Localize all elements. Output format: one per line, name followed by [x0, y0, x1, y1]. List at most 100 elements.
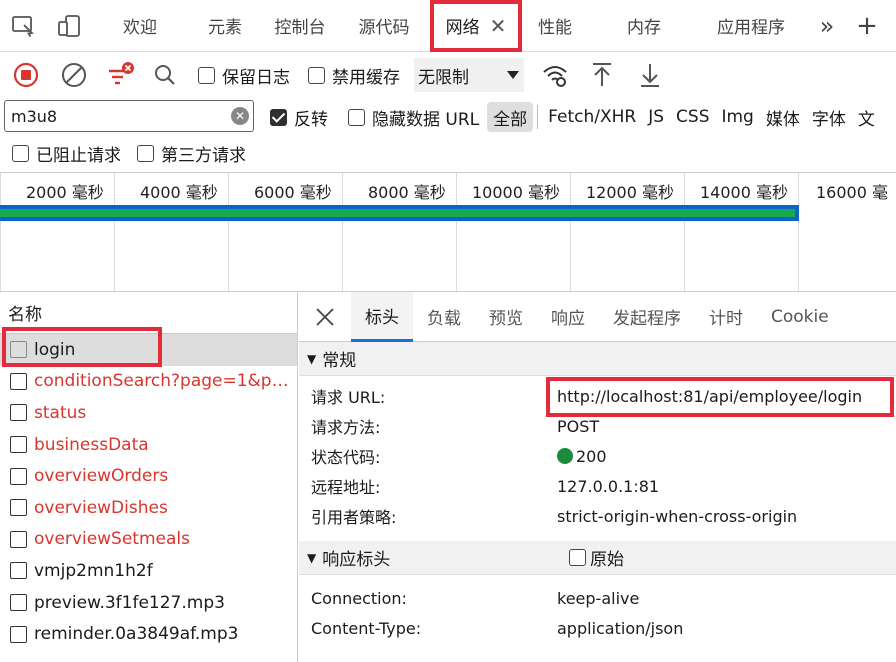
details-tab-timing[interactable]: 计时	[695, 292, 757, 342]
details-tab-headers[interactable]: 标头	[351, 291, 413, 342]
timeline-gridline	[456, 173, 457, 293]
export-har-icon[interactable]	[626, 52, 674, 98]
blocked-requests-checkbox[interactable]: 已阻止请求	[12, 141, 121, 166]
column-header-label: 名称	[8, 305, 42, 325]
timeline-gridline	[570, 173, 571, 293]
request-row[interactable]: preview.3f1fe127.mp3	[0, 587, 297, 619]
details-tab-payload[interactable]: 负载	[413, 292, 475, 342]
tab-elements[interactable]: 元素	[188, 0, 262, 52]
header-value: keep-alive	[557, 588, 640, 608]
throttle-select[interactable]: 无限制	[414, 58, 524, 92]
close-tab-icon[interactable]: ✕	[490, 14, 507, 38]
details-tab-response[interactable]: 响应	[537, 292, 599, 342]
request-options-bar: 已阻止请求 第三方请求	[0, 136, 896, 170]
request-rows: login conditionSearch?page=1&pag... status…	[0, 334, 297, 650]
disable-cache-checkbox[interactable]: 禁用缓存	[308, 63, 400, 88]
divider	[537, 105, 539, 129]
type-filter-css[interactable]: CSS	[670, 102, 715, 132]
record-icon[interactable]	[0, 52, 52, 98]
clear-icon[interactable]	[52, 52, 96, 98]
type-filter-fetch-xhr[interactable]: Fetch/XHR	[542, 102, 642, 132]
request-row[interactable]: overviewOrders	[0, 460, 297, 492]
checkbox-label: 第三方请求	[161, 145, 246, 166]
filter-icon[interactable]	[96, 52, 146, 98]
request-row[interactable]: reminder.0a3849af.mp3	[0, 618, 297, 650]
third-party-checkbox[interactable]: 第三方请求	[137, 141, 246, 166]
type-filter-img[interactable]: Img	[715, 102, 759, 132]
chevron-down-icon	[507, 71, 519, 79]
tab-welcome[interactable]: 欢迎	[92, 0, 188, 52]
tab-performance[interactable]: 性能	[522, 0, 588, 52]
type-filter-all[interactable]: 全部	[487, 102, 534, 132]
preserve-log-checkbox[interactable]: 保留日志	[198, 63, 290, 88]
checkbox-label: 保留日志	[222, 67, 290, 88]
tab-sources[interactable]: 源代码	[338, 0, 430, 52]
general-section-header[interactable]: ▼ 常规	[299, 342, 896, 376]
request-name: overviewOrders	[34, 466, 169, 487]
tab-console[interactable]: 控制台	[262, 0, 338, 52]
timeline-gridline	[114, 173, 115, 293]
filter-input[interactable]: m3u8 ✕	[4, 100, 254, 132]
status-ok-icon	[557, 447, 573, 464]
type-filter-js[interactable]: JS	[642, 102, 670, 132]
request-type-icon	[10, 625, 27, 643]
clear-filter-icon[interactable]: ✕	[231, 107, 249, 125]
request-type-icon	[10, 341, 27, 359]
details-tab-cookie[interactable]: Cookie	[757, 292, 843, 342]
type-filter-font[interactable]: 字体	[806, 102, 852, 132]
checkbox-box	[569, 549, 586, 566]
request-type-icon	[10, 467, 27, 485]
timeline-tick-label: 6000 毫秒	[254, 183, 332, 202]
tab-application[interactable]: 应用程序	[700, 0, 802, 52]
add-tab-icon[interactable]: +	[852, 0, 882, 52]
request-row[interactable]: overviewDishes	[0, 492, 297, 524]
tab-label: 源代码	[358, 18, 410, 38]
request-row[interactable]: login	[0, 334, 297, 366]
close-details-icon[interactable]	[299, 292, 351, 342]
response-headers-section-header[interactable]: ▼ 响应标头 原始	[299, 541, 896, 575]
request-row[interactable]: conditionSearch?page=1&pag...	[0, 366, 297, 398]
network-conditions-icon[interactable]	[532, 52, 578, 98]
checkbox-label: 反转	[294, 109, 328, 130]
name-column-header[interactable]: 名称	[0, 292, 297, 334]
invert-checkbox[interactable]: 反转	[270, 105, 328, 130]
checkbox-label: 原始	[590, 550, 624, 570]
device-emulation-icon[interactable]	[46, 0, 92, 52]
kv-row: 状态代码: 200	[299, 441, 896, 471]
timeline-overview[interactable]: 2000 毫秒 4000 毫秒 6000 毫秒 8000 毫秒 10000 毫秒…	[0, 172, 896, 293]
request-row[interactable]: overviewSetmeals	[0, 524, 297, 556]
more-tabs-icon[interactable]: »	[802, 0, 852, 52]
search-icon[interactable]	[146, 52, 184, 98]
details-tab-initiator[interactable]: 发起程序	[599, 292, 695, 342]
request-name: login	[34, 339, 76, 360]
checkbox-label: 禁用缓存	[332, 67, 400, 88]
timeline-tick-label: 14000 毫秒	[700, 183, 788, 202]
request-row[interactable]: businessData	[0, 429, 297, 461]
type-filter-doc[interactable]: 文	[852, 102, 881, 132]
tab-network[interactable]: 网络 ✕	[430, 0, 522, 52]
request-type-icon	[10, 594, 27, 612]
header-key: 请求方法:	[311, 418, 381, 437]
timeline-gridline	[798, 173, 799, 293]
request-url-value: http://localhost:81/api/employee/login	[557, 387, 862, 406]
timeline-tick-label: 12000 毫秒	[586, 183, 674, 202]
network-toolbar: 保留日志 禁用缓存 无限制	[0, 52, 896, 98]
type-filter-media[interactable]: 媒体	[760, 102, 806, 132]
request-row[interactable]: vmjp2mn1h2f	[0, 555, 297, 587]
import-har-icon[interactable]	[578, 52, 626, 98]
header-value: POST	[557, 416, 600, 436]
hide-data-url-checkbox[interactable]: 隐藏数据 URL	[348, 105, 479, 130]
triangle-down-icon: ▼	[307, 550, 317, 565]
tab-label: 性能	[538, 18, 572, 38]
inspect-element-icon[interactable]	[0, 0, 46, 52]
kv-row: 远程地址: 127.0.0.1:81	[299, 471, 896, 501]
kv-row: 引用者策略: strict-origin-when-cross-origin	[299, 501, 896, 531]
header-value: strict-origin-when-cross-origin	[557, 506, 798, 526]
raw-headers-checkbox[interactable]: 原始	[569, 545, 624, 570]
details-tab-preview[interactable]: 预览	[475, 292, 537, 342]
checkbox-box	[137, 144, 154, 162]
checkbox-label: 隐藏数据 URL	[372, 109, 480, 130]
kv-row: 请求 URL: http://localhost:81/api/employee/…	[299, 381, 896, 411]
tab-memory[interactable]: 内存	[588, 0, 700, 52]
request-row[interactable]: status	[0, 397, 297, 429]
